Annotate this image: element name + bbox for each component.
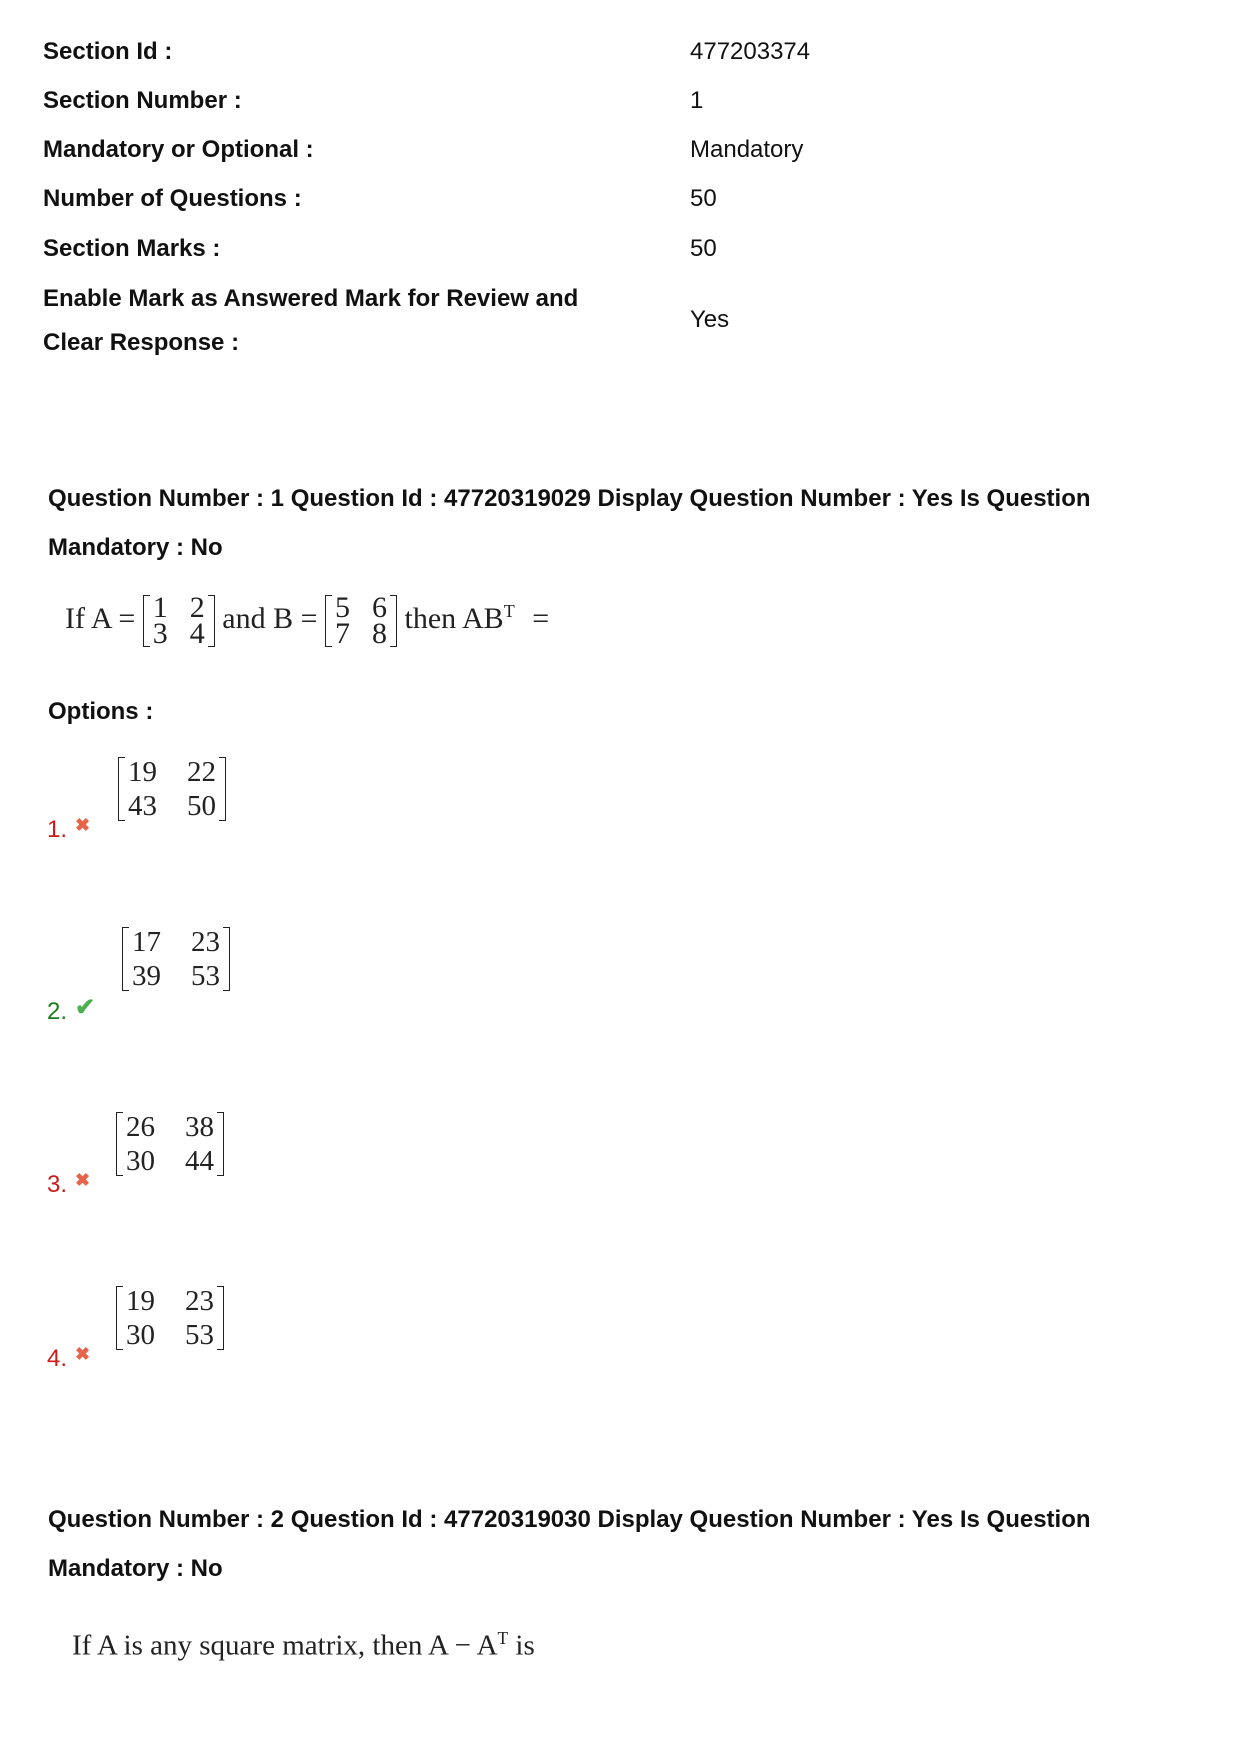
option-4-number: 4. ✖ — [47, 1344, 90, 1373]
mandatory-optional-value: Mandatory — [690, 136, 804, 163]
option-cell: 30 — [126, 1319, 155, 1351]
question-1-header-line1: Question Number : 1 Question Id : 477203… — [48, 485, 1091, 512]
stem-prefix: If A = — [65, 601, 136, 635]
option-cell: 19 — [126, 1285, 155, 1317]
section-id-label: Section Id : — [43, 38, 173, 65]
option-2-matrix: 17 23 39 53 — [122, 925, 230, 993]
question-2-header-line1: Question Number : 2 Question Id : 477203… — [48, 1506, 1091, 1533]
enable-mark-label-line2: Clear Response : — [43, 329, 240, 356]
stem-text: If A is any square matrix, then A − A — [72, 1629, 498, 1662]
option-cell: 39 — [132, 960, 161, 992]
right-bracket — [390, 595, 398, 647]
section-number-label: Section Number : — [43, 87, 242, 114]
section-id-value: 477203374 — [690, 38, 811, 65]
matrix-b: 5 6 7 8 — [325, 593, 398, 650]
option-cell: 23 — [185, 1285, 214, 1317]
option-1-number: 1. ✖ — [47, 815, 90, 844]
left-bracket — [116, 1112, 123, 1176]
question-2-header-line2: Mandatory : No — [48, 1555, 223, 1582]
question-1-header: Question Number : 1 Question Id : 477203… — [48, 474, 1218, 572]
options-label: Options : — [48, 698, 154, 725]
stem-suffix: then AB — [404, 601, 504, 635]
enable-mark-label-line1: Enable Mark as Answered Mark for Review … — [43, 285, 579, 312]
option-cell: 26 — [126, 1111, 155, 1143]
option-cell: 17 — [132, 926, 161, 958]
cross-icon: ✖ — [75, 1344, 91, 1364]
matrix-b-cell: 8 — [372, 617, 388, 650]
option-cell: 38 — [185, 1111, 214, 1143]
option-number-text: 3. — [47, 1171, 68, 1198]
stem-equals: = — [532, 601, 550, 635]
right-bracket — [207, 595, 215, 647]
question-2-stem: If A is any square matrix, then A − AT i… — [72, 1628, 535, 1663]
option-2-number: 2. ✔ — [47, 993, 95, 1026]
question-1-stem: If A = 1 2 3 4 and B = 5 6 7 8 then ABT … — [65, 593, 550, 650]
matrix-a-cell: 3 — [152, 617, 168, 650]
stem-end: is — [508, 1629, 535, 1662]
transpose-superscript: T — [503, 600, 515, 621]
right-bracket — [223, 927, 230, 991]
option-cell: 19 — [128, 756, 157, 788]
mandatory-optional-label: Mandatory or Optional : — [43, 136, 314, 163]
option-cell: 43 — [128, 790, 157, 822]
section-number-value: 1 — [690, 87, 704, 114]
option-cell: 23 — [191, 926, 220, 958]
option-cell: 30 — [126, 1145, 155, 1177]
matrix-a: 1 2 3 4 — [142, 593, 215, 650]
cross-icon: ✖ — [75, 1170, 91, 1190]
option-4-matrix: 19 23 30 53 — [116, 1284, 224, 1352]
option-cell: 22 — [187, 756, 216, 788]
transpose-superscript: T — [497, 1628, 509, 1648]
left-bracket — [116, 1286, 123, 1350]
left-bracket — [122, 927, 129, 991]
option-cell: 50 — [187, 790, 216, 822]
option-number-text: 4. — [47, 1345, 68, 1372]
question-2-header: Question Number : 2 Question Id : 477203… — [48, 1495, 1218, 1593]
option-3-matrix: 26 38 30 44 — [116, 1110, 224, 1178]
section-marks-value: 50 — [690, 235, 717, 262]
option-number-text: 1. — [47, 816, 68, 843]
option-cell: 53 — [191, 960, 220, 992]
question-1-header-line2: Mandatory : No — [48, 534, 223, 561]
left-bracket — [142, 595, 150, 647]
number-of-questions-label: Number of Questions : — [43, 185, 302, 212]
matrix-a-cell: 4 — [189, 617, 205, 650]
number-of-questions-value: 50 — [690, 185, 717, 212]
section-marks-label: Section Marks : — [43, 235, 221, 262]
check-icon: ✔ — [75, 994, 96, 1021]
right-bracket — [219, 757, 226, 821]
option-cell: 53 — [185, 1319, 214, 1351]
left-bracket — [325, 595, 333, 647]
option-1-matrix: 19 22 43 50 — [118, 755, 226, 823]
option-3-number: 3. ✖ — [47, 1170, 90, 1199]
cross-icon: ✖ — [75, 815, 91, 835]
stem-middle: and B = — [222, 601, 318, 635]
right-bracket — [217, 1112, 224, 1176]
matrix-b-cell: 7 — [335, 617, 351, 650]
left-bracket — [118, 757, 125, 821]
option-cell: 44 — [185, 1145, 214, 1177]
option-number-text: 2. — [47, 998, 68, 1025]
enable-mark-value: Yes — [690, 306, 730, 333]
right-bracket — [217, 1286, 224, 1350]
